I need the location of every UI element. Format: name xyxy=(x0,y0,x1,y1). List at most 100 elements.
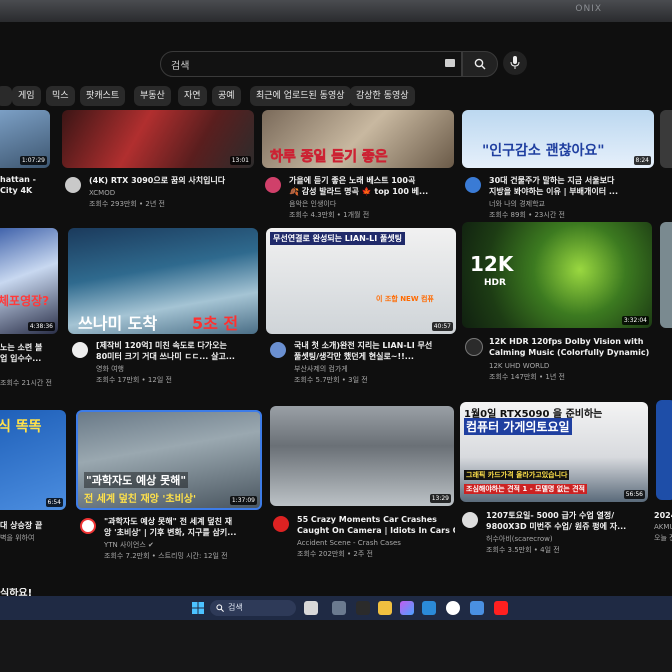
search-input[interactable]: 검색 xyxy=(160,51,462,77)
monitor-bezel: ONIX xyxy=(0,0,672,22)
channel-name[interactable]: 영화 여행 xyxy=(96,364,256,374)
video-thumbnail[interactable]: 13:29 xyxy=(270,406,454,506)
monitor-stand-area xyxy=(0,620,672,672)
chip-recent-uploads[interactable]: 최근에 업로드된 동영상 xyxy=(250,86,351,106)
video-title-line2[interactable]: 앙 '초비상' | 기후 변화, 지구를 삼키... xyxy=(104,527,262,538)
video-thumbnail[interactable]: 식 똑똑 6:54 xyxy=(0,410,66,510)
duration-badge: 1:37:09 xyxy=(229,496,257,505)
app-icon[interactable] xyxy=(356,601,370,615)
copilot-icon[interactable] xyxy=(400,601,414,615)
chip-partial[interactable] xyxy=(0,86,12,106)
video-title-line2[interactable]: Caught On Camera | Idiots In Cars G... xyxy=(297,525,455,536)
chip-nature[interactable]: 자연 xyxy=(178,86,207,106)
channel-name[interactable]: Accident Scene - Crash Cases xyxy=(297,538,455,548)
channel-avatar[interactable] xyxy=(72,342,88,358)
video-thumbnail[interactable]: 1월0일 RTX5090 을 준비하는 컴퓨터 가게의토요일 그래픽 카드가격 … xyxy=(460,402,648,502)
video-title[interactable]: 국내 첫 소개)완전 지리는 LIAN-LI 무선 xyxy=(294,340,454,351)
video-thumbnail-partial[interactable] xyxy=(660,110,672,168)
channel-avatar[interactable] xyxy=(80,518,96,534)
channel-avatar[interactable] xyxy=(65,177,81,193)
windows-start-icon[interactable] xyxy=(192,602,204,614)
store-icon[interactable] xyxy=(422,601,436,615)
duration-badge: 40:57 xyxy=(431,322,453,331)
channel-name[interactable]: XCMOD xyxy=(89,188,254,198)
file-explorer-icon[interactable] xyxy=(378,601,392,615)
video-meta: 조회수 17만회 • 12일 전 xyxy=(96,376,172,384)
video-thumbnail[interactable]: 하루 종일 듣기 좋은 xyxy=(262,110,454,168)
video-thumbnail[interactable]: "과학자도 예상 못해" 전 세계 덮친 재앙 '초비상' 1:37:09 xyxy=(76,410,262,510)
video-thumbnail[interactable]: 체포영장? 4:38:36 xyxy=(0,228,58,334)
video-title-partial[interactable]: 2024 xyxy=(654,510,672,521)
video-title[interactable]: 55 Crazy Moments Car Crashes xyxy=(297,514,455,525)
video-title-line2[interactable]: 풀셋팅/생각만 했던게 현실로~!!... xyxy=(294,351,454,362)
channel-avatar[interactable] xyxy=(270,342,286,358)
thumbnail-caption: 12K xyxy=(470,252,514,276)
video-thumbnail[interactable]: 무선연결로 완성되는 LIAN-LI 풀셋팅 이 조합 NEW 컴퓨 40:57 xyxy=(266,228,456,334)
monitor-brand: ONIX xyxy=(575,4,602,14)
video-thumbnail-partial[interactable] xyxy=(656,400,672,500)
video-title-line2[interactable]: 지방을 봐야하는 이유 | 부배개이터 ... xyxy=(489,186,654,197)
chrome-icon[interactable] xyxy=(446,601,460,615)
chip-podcast[interactable]: 팟캐스트 xyxy=(80,86,126,106)
channel-name[interactable]: YTN 사이언스 ✔ xyxy=(104,540,262,550)
channel-avatar[interactable] xyxy=(265,177,281,193)
video-title[interactable]: [제작비 120억] 미친 속도로 다가오는 xyxy=(96,340,256,351)
thumbnail-caption: 체포영장? xyxy=(0,294,50,308)
topbar: 검색 xyxy=(0,22,672,78)
video-thumbnail[interactable]: 13:01 xyxy=(62,110,254,168)
channel-name[interactable]: 허수아비(scarecrow) xyxy=(486,534,652,544)
channel-name[interactable]: 부산사제의 컴가게 xyxy=(294,364,454,374)
video-thumbnail[interactable]: 12K HDR 3:32:04 xyxy=(462,222,652,328)
widgets-icon[interactable] xyxy=(332,601,346,615)
video-title[interactable]: hattan - xyxy=(0,174,50,185)
chip-watched[interactable]: 감상한 동영상 xyxy=(350,86,415,106)
thumbnail-caption-highlight: 컴퓨터 가게의토요일 xyxy=(464,418,572,435)
video-title-line2[interactable]: City 4K xyxy=(0,185,50,196)
chip-games[interactable]: 게임 xyxy=(12,86,41,106)
search-icon xyxy=(474,58,486,70)
video-title-line2[interactable]: 🍂 감성 발라드 명곡 🍁 top 100 베... xyxy=(289,186,454,197)
taskbar-search[interactable]: 검색 xyxy=(210,600,296,616)
chip-crafts[interactable]: 공예 xyxy=(212,86,241,106)
thumbnail-caption-sub2: 조심해야하는 견적 1 - 모델명 없는 견적 xyxy=(464,484,587,494)
duration-badge: 8:24 xyxy=(633,156,651,165)
video-title[interactable]: "과학자도 예상 못해" 전 세계 덮친 재 xyxy=(104,516,262,527)
channel-name-partial[interactable]: AKMU xyxy=(654,522,672,532)
voice-search-button[interactable] xyxy=(503,51,527,75)
channel-name[interactable]: 너와 나의 경제학교 xyxy=(489,199,654,209)
video-thumbnail-partial[interactable] xyxy=(660,222,672,328)
search-placeholder: 검색 xyxy=(171,61,190,72)
thumbnail-caption: 식 똑똑 xyxy=(0,419,42,435)
channel-avatar[interactable] xyxy=(465,338,483,356)
video-thumbnail[interactable]: 1:07:29 xyxy=(0,110,50,168)
video-title-line2[interactable]: 9800X3D 미번주 수업/ 원쥬 펑에 자... xyxy=(486,521,652,532)
task-view-icon[interactable] xyxy=(304,601,318,615)
chip-mix[interactable]: 믹스 xyxy=(46,86,75,106)
keyboard-icon[interactable] xyxy=(445,59,455,67)
duration-badge: 4:38:36 xyxy=(27,322,55,331)
video-title[interactable]: (4K) RTX 3090으로 꿈의 사치입니다 xyxy=(89,175,254,186)
video-title[interactable]: 30대 건물주가 말하는 지금 서울보다 xyxy=(489,175,654,186)
channel-avatar[interactable] xyxy=(273,516,289,532)
video-thumbnail[interactable]: "인구감소 괜찮아요" 8:24 xyxy=(462,110,654,168)
video-title-line2[interactable]: 업 입수수... xyxy=(0,353,58,364)
thumbnail-caption-highlight: 5초 전 xyxy=(192,314,239,333)
video-title[interactable]: 1207토요일- 5000 급가 수업 열정/ xyxy=(486,510,652,521)
video-title[interactable]: 대 상승장 끝 xyxy=(0,520,66,531)
video-title[interactable]: 가을에 듣기 좋은 노래 베스트 100곡 xyxy=(289,175,454,186)
youtube-icon[interactable] xyxy=(494,601,508,615)
chip-realestate[interactable]: 부동산 xyxy=(134,86,171,106)
channel-avatar[interactable] xyxy=(462,512,478,528)
video-meta: 조회수 293만회 • 2년 전 xyxy=(89,200,165,208)
video-thumbnail[interactable]: 쓰나미 도착 5초 전 xyxy=(68,228,258,334)
video-title-line2[interactable]: 80미터 크기 거대 쓰나미 ㄷㄷ... 살고... xyxy=(96,351,256,362)
search-button[interactable] xyxy=(462,51,498,77)
channel-avatar[interactable] xyxy=(465,177,481,193)
video-title[interactable]: 12K HDR 120fps Dolby Vision with xyxy=(489,336,652,347)
video-title-line2[interactable]: 벽을 위하여 xyxy=(0,533,66,543)
channel-name[interactable]: 12K UHD WORLD xyxy=(489,361,652,371)
video-title-line2[interactable]: Calming Music (Colorfully Dynamic) xyxy=(489,347,652,358)
app-icon[interactable] xyxy=(470,601,484,615)
video-title[interactable]: 노는 소련 볼 xyxy=(0,342,58,353)
channel-name[interactable]: 음악은 인생이다 xyxy=(289,199,454,209)
